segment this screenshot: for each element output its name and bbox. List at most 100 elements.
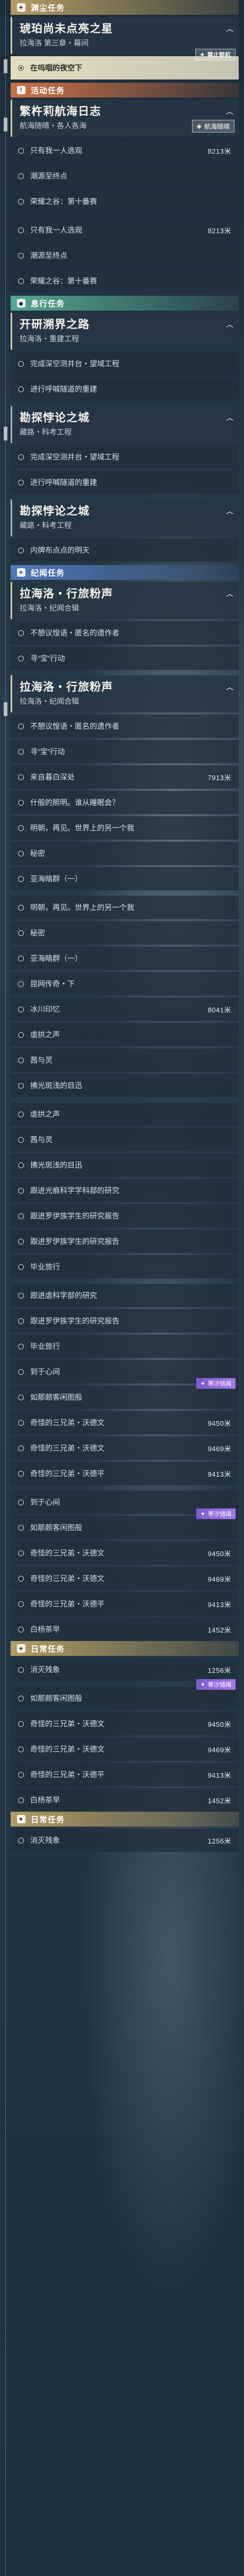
step-radio-icon — [18, 173, 24, 179]
quest-step[interactable]: 茜与灵 — [11, 1128, 239, 1151]
step-label: 毕业旅行 — [30, 1263, 60, 1271]
step-radio-icon — [18, 1695, 24, 1701]
step-radio-icon — [18, 360, 24, 367]
quest-step[interactable]: 荣耀之谷：第十番赛 — [11, 269, 239, 293]
quest-step[interactable]: 虐拱之声 — [11, 1102, 239, 1126]
quest-title: 勘探悖论之城 — [20, 505, 90, 517]
step-label: 不憩议惶语・匿名的遗作者 — [30, 629, 119, 637]
step-radio-icon — [18, 252, 24, 259]
quest-step[interactable]: 毕业旅行 — [11, 1255, 239, 1278]
quest-step[interactable]: 进行呼喊隧道的重建 — [11, 471, 239, 494]
quest-step[interactable]: 跟进罗伊族学生的研究报告 — [11, 1230, 239, 1253]
quest-step[interactable]: 奇怪的三兄弟・沃德平 9413米 — [11, 1462, 239, 1485]
quest-step[interactable]: 寻“宝”行动 — [11, 647, 239, 670]
step-label: 跟进虐科学部的研究 — [30, 1291, 97, 1300]
quest-step[interactable]: 冰川印忆 8041米 — [11, 998, 239, 1021]
quest-step[interactable]: 奇怪的三兄弟・沃德平 9413米 — [11, 1763, 239, 1786]
quest-step[interactable]: 秘密 — [11, 921, 239, 945]
quest-step[interactable]: 奇怪的三兄弟・沃德文 9450米 — [11, 1411, 239, 1434]
quest-step[interactable]: 跟进光痕科学学科部的研究 — [11, 1179, 239, 1202]
step-distance: 8213米 — [207, 147, 231, 155]
quest-step[interactable]: 奇怪的三兄弟・沃德平 9413米 — [11, 1592, 239, 1616]
step-distance: 1452米 — [207, 1796, 231, 1805]
quest-subtitle: 藏路・科考工程 — [20, 521, 72, 530]
chevron-up-icon[interactable]: ︿ — [226, 412, 233, 423]
step-label: 跟进光痕科学学科部的研究 — [30, 1186, 119, 1195]
quest-step[interactable]: 完成深空测井台・望域工程 — [11, 352, 239, 375]
quest-step[interactable]: 内牌布点点的明天 — [11, 539, 239, 562]
quest-card[interactable]: 开研溯界之路 拉海洛・重建工程 ︿ — [11, 313, 239, 350]
quest-step[interactable]: 只有我一人选观 8213米 — [11, 218, 239, 242]
quest-step[interactable]: 明朝，再见。世界上的另一个我 — [11, 816, 239, 840]
chevron-up-icon[interactable]: ︿ — [226, 106, 233, 117]
step-radio-icon — [18, 147, 24, 154]
quest-step[interactable]: 虐拱之声 — [11, 1023, 239, 1046]
quest-tag: ◈ 航海随晴 — [191, 120, 234, 133]
tag-icon: ✦ — [200, 1681, 205, 1688]
category-header: ✦ 日常任务 — [11, 1641, 239, 1656]
quest-step[interactable]: 如那颇客闲图般 ✦ 寒汐错阈 — [11, 1679, 239, 1710]
step-distance: 9469米 — [207, 1444, 231, 1453]
quest-step[interactable]: 奇怪的三兄弟・沃德文 9469米 — [11, 1737, 239, 1761]
quest-card[interactable]: 繁杵莉航海日志 航海随晴・各人各海 ︿ ◈ 航海随晴 — [11, 100, 239, 137]
quest-step[interactable]: 寻“宝”行动 — [11, 740, 239, 763]
step-radio-icon — [18, 479, 24, 486]
quest-step[interactable]: 毕业旅行 — [11, 1335, 239, 1358]
quest-step[interactable]: 消灭残象 1256米 — [11, 1658, 239, 1681]
quest-step[interactable]: 昆网传奇・下 — [11, 972, 239, 995]
quest-step[interactable]: 如那颇客闲图般 ✦ 寒汐错阈 — [11, 1378, 239, 1409]
step-distance: 9450米 — [207, 1720, 231, 1728]
step-label: 跟进罗伊族学生的研究报告 — [30, 1212, 119, 1220]
step-label: 拂光斑浅的目迅 — [30, 1161, 82, 1169]
quest-step[interactable]: 进行呼喊隧道的重建 — [11, 377, 239, 401]
quest-step[interactable]: 亚海暗群（一） — [11, 947, 239, 970]
chevron-up-icon[interactable]: ︿ — [226, 319, 233, 330]
step-radio-icon — [18, 1771, 24, 1778]
quest-step[interactable]: 拂光斑浅的目迅 — [11, 1153, 239, 1177]
quest-step[interactable]: 奇怪的三兄弟・沃德文 9450米 — [11, 1712, 239, 1735]
chevron-up-icon[interactable]: ︿ — [226, 506, 233, 516]
quest-step[interactable]: 在呜咽的夜空下 ✦ 禁止联机 — [11, 49, 239, 80]
tag-icon: ✦ — [199, 51, 205, 58]
quest-step[interactable]: 来自暮白深处 7913米 — [11, 765, 239, 789]
quest-card[interactable]: 拉海洛・行旅粉声 拉海洛・纪闻合辑 ︿ — [11, 675, 239, 712]
quest-step[interactable]: 明朝，再见。世界上的另一个我 — [11, 896, 239, 919]
step-label: 白杨茶早 — [30, 1625, 60, 1634]
quest-step[interactable]: 完成深空测井台・望域工程 — [11, 445, 239, 469]
quest-step[interactable]: 亚海暗群（一） — [11, 867, 239, 890]
quest-step[interactable]: 荣耀之谷：第十番赛 — [11, 190, 239, 213]
quest-step[interactable]: 奇怪的三兄弟・沃德文 9469米 — [11, 1436, 239, 1460]
step-radio-icon — [18, 981, 24, 987]
chevron-up-icon[interactable]: ︿ — [226, 682, 233, 692]
quest-step[interactable]: 只有我一人选观 8213米 — [11, 139, 239, 162]
quest-step[interactable]: 茜与灵 — [11, 1048, 239, 1072]
quest-step[interactable]: 什般的照明。谁从睡眠会？ — [11, 791, 239, 814]
quest-card[interactable]: 拉海洛・行旅粉声 拉海洛・纪闻合辑 ︿ — [11, 582, 239, 619]
quest-card[interactable]: 勘探悖论之城 藏路・科考工程 ︿ — [11, 499, 239, 536]
quest-step[interactable]: 拂光斑浅的目迅 — [11, 1074, 239, 1097]
quest-step[interactable]: 白杨茶早 1452米 — [11, 1788, 239, 1812]
step-label: 寻“宝”行动 — [30, 747, 65, 756]
quest-step[interactable]: 白杨茶早 1452米 — [11, 1618, 239, 1641]
quest-step[interactable]: 如那颇客闲图般 ✦ 寒汐错阈 — [11, 1508, 239, 1539]
quest-step[interactable]: 不憩议惶语・匿名的遗作者 — [11, 714, 239, 738]
quest-step[interactable]: 潮源至终点 — [11, 164, 239, 188]
quest-card[interactable]: 勘探悖论之城 藏路・科考工程 ︿ — [11, 406, 239, 443]
quest-step[interactable]: 潮源至终点 — [11, 244, 239, 267]
step-radio-icon — [18, 1797, 24, 1803]
quest-step[interactable]: 跟进虐科学部的研究 — [11, 1284, 239, 1307]
quest-step[interactable]: 消灭残象 1256米 — [11, 1829, 239, 1852]
quest-step[interactable]: 奇怪的三兄弟・沃德文 9469米 — [11, 1567, 239, 1590]
quest-step[interactable]: 跟进罗伊族学生的研究报告 — [11, 1204, 239, 1228]
quest-step[interactable]: 不憩议惶语・匿名的遗作者 — [11, 621, 239, 645]
quest-step[interactable]: 奇怪的三兄弟・沃德文 9450米 — [11, 1541, 239, 1565]
chevron-up-icon[interactable]: ︿ — [226, 23, 233, 34]
step-label: 只有我一人选观 — [30, 146, 82, 155]
chevron-up-icon[interactable]: ︿ — [226, 588, 233, 599]
quest-step[interactable]: 秘密 — [11, 842, 239, 865]
quest-step[interactable]: 跟进罗伊族学生的研究报告 — [11, 1309, 239, 1333]
